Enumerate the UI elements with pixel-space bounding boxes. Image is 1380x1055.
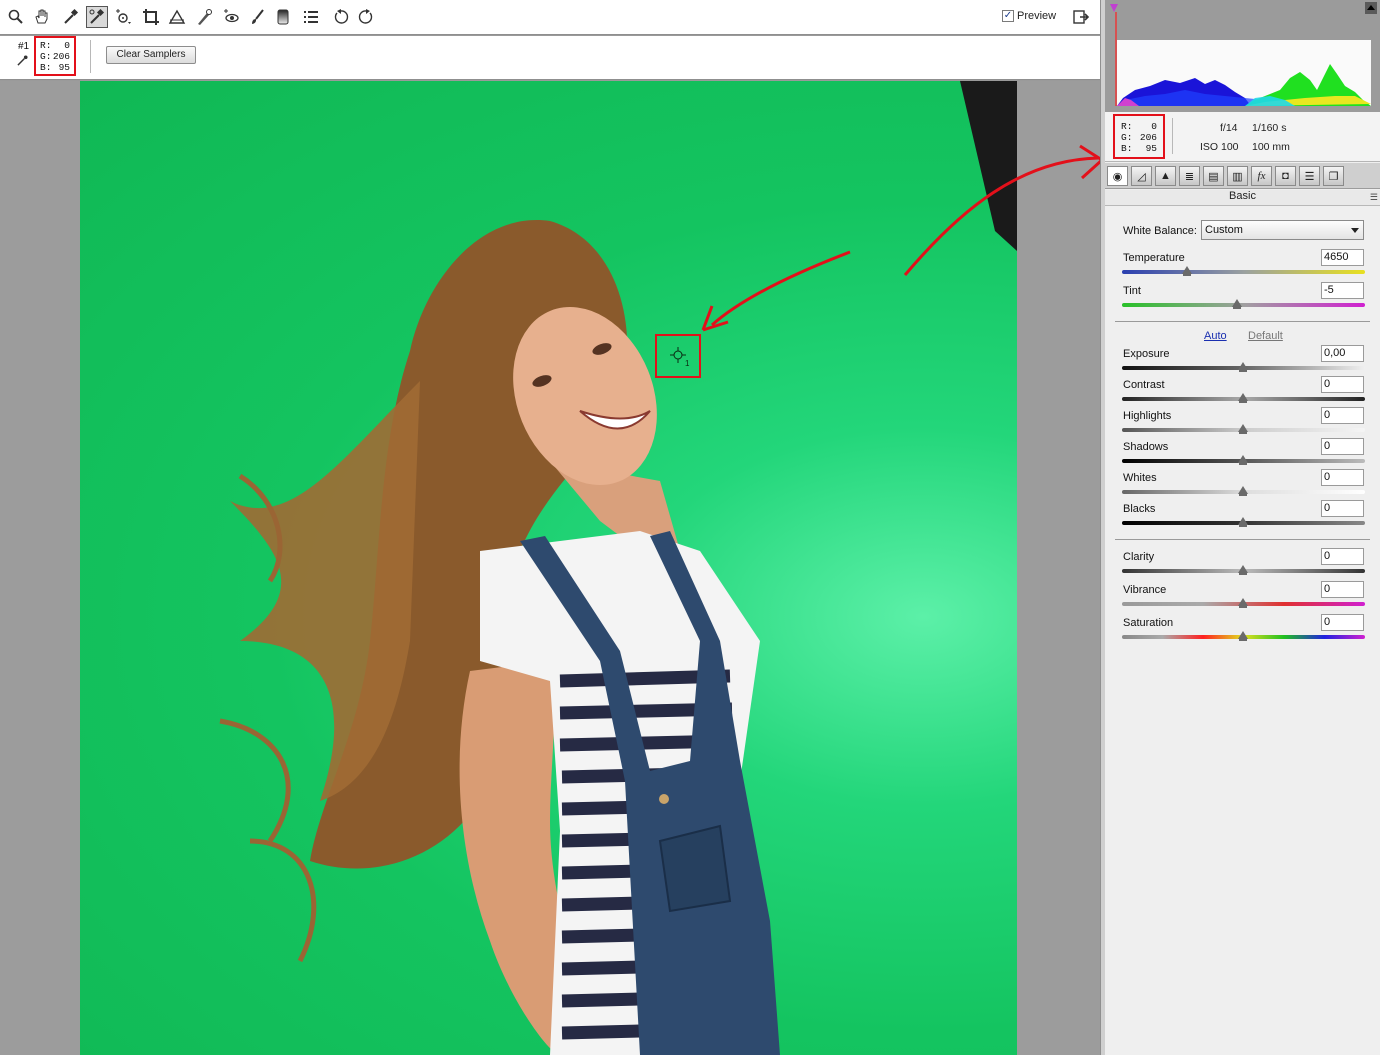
shadow-clipping-warning-icon[interactable] <box>1110 4 1118 12</box>
whites-slider-thumb[interactable] <box>1238 486 1248 496</box>
contrast-field[interactable]: 0 <box>1321 376 1364 393</box>
vibrance-slider-thumb[interactable] <box>1238 598 1248 608</box>
highlights-label: Highlights <box>1123 410 1172 422</box>
basic-tab-icon[interactable]: ◉ <box>1107 166 1128 186</box>
highlights-field[interactable]: 0 <box>1321 407 1364 424</box>
adjustments-panel: R: 0 G: 206 B: 95 f/14 1/160 s ISO 100 100 … <box>1105 0 1380 1055</box>
camera-calibration-tab-icon[interactable]: ◘ <box>1275 166 1296 186</box>
white-balance-label: White Balance: <box>1123 225 1197 237</box>
temperature-slider[interactable] <box>1122 270 1365 274</box>
white-balance-value: Custom <box>1205 224 1243 236</box>
exposure-slider-thumb[interactable] <box>1238 362 1248 372</box>
highlights-slider-thumb[interactable] <box>1238 424 1248 434</box>
snapshots-tab-icon[interactable]: ❐ <box>1323 166 1344 186</box>
tint-field[interactable]: -5 <box>1321 282 1364 299</box>
clarity-field[interactable]: 0 <box>1321 548 1364 565</box>
temperature-field[interactable]: 4650 <box>1321 249 1364 266</box>
detail-tab-icon[interactable]: ▲ <box>1155 166 1176 186</box>
tint-slider-thumb[interactable] <box>1232 299 1242 309</box>
blacks-slider-thumb[interactable] <box>1238 517 1248 527</box>
contrast-slider-thumb[interactable] <box>1238 393 1248 403</box>
chevron-down-icon <box>1351 228 1359 233</box>
saturation-label: Saturation <box>1123 617 1174 629</box>
presets-tab-icon[interactable]: ☰ <box>1299 166 1320 186</box>
whites-field[interactable]: 0 <box>1321 469 1364 486</box>
vibrance-label: Vibrance <box>1123 584 1167 596</box>
default-link[interactable]: Default <box>1248 330 1283 342</box>
whites-label: Whites <box>1123 472 1157 484</box>
histogram <box>1105 0 1380 112</box>
lens-corrections-tab-icon[interactable]: ▥ <box>1227 166 1248 186</box>
arrow-to-readout <box>903 156 1099 276</box>
section-divider-2 <box>1115 539 1370 540</box>
exposure-field[interactable]: 0,00 <box>1321 345 1364 362</box>
aperture: f/14 <box>1220 122 1238 134</box>
shadows-field[interactable]: 0 <box>1321 438 1364 455</box>
info-divider <box>1172 118 1173 154</box>
iso: ISO 100 <box>1200 141 1239 153</box>
effects-tab-icon[interactable]: fx <box>1251 166 1272 186</box>
split-toning-tab-icon[interactable]: ▤ <box>1203 166 1224 186</box>
temperature-slider-thumb[interactable] <box>1182 266 1192 276</box>
shadows-slider-thumb[interactable] <box>1238 455 1248 465</box>
clarity-slider-thumb[interactable] <box>1238 565 1248 575</box>
panel-title-text: Basic <box>1229 190 1256 202</box>
camera-info-bar: R: 0 G: 206 B: 95 f/14 1/160 s ISO 100 100 … <box>1105 112 1380 162</box>
saturation-slider-thumb[interactable] <box>1238 631 1248 641</box>
blacks-field[interactable]: 0 <box>1321 500 1364 517</box>
shadows-label: Shadows <box>1123 441 1169 453</box>
vibrance-field[interactable]: 0 <box>1321 581 1364 598</box>
panel-title: Basic ☰ <box>1105 190 1380 206</box>
clarity-label: Clarity <box>1123 551 1155 563</box>
temperature-label: Temperature <box>1123 252 1185 264</box>
panel-tabs: ◉ ◿ ▲ ≣ ▤ ▥ fx ◘ ☰ ❐ <box>1105 163 1380 189</box>
tint-label: Tint <box>1123 285 1141 297</box>
histogram-readout-highlight <box>1113 114 1165 159</box>
camera-raw-window: ✓ Preview #1 R: 0 G: 206 B: 95 Clear Sample… <box>0 0 1380 1055</box>
auto-link[interactable]: Auto <box>1204 330 1227 342</box>
blacks-label: Blacks <box>1123 503 1156 515</box>
arrow-to-sampler <box>711 250 851 327</box>
shutter-speed: 1/160 s <box>1252 122 1287 134</box>
panel-menu-icon[interactable]: ☰ <box>1370 192 1378 203</box>
hsl-tab-icon[interactable]: ≣ <box>1179 166 1200 186</box>
tone-curve-tab-icon[interactable]: ◿ <box>1131 166 1152 186</box>
tint-slider[interactable] <box>1122 303 1365 307</box>
white-balance-select[interactable]: Custom <box>1201 220 1364 240</box>
section-divider <box>1115 321 1370 322</box>
contrast-label: Contrast <box>1123 379 1165 391</box>
exposure-label: Exposure <box>1123 348 1170 360</box>
saturation-field[interactable]: 0 <box>1321 614 1364 631</box>
focal-length: 100 mm <box>1252 141 1290 153</box>
